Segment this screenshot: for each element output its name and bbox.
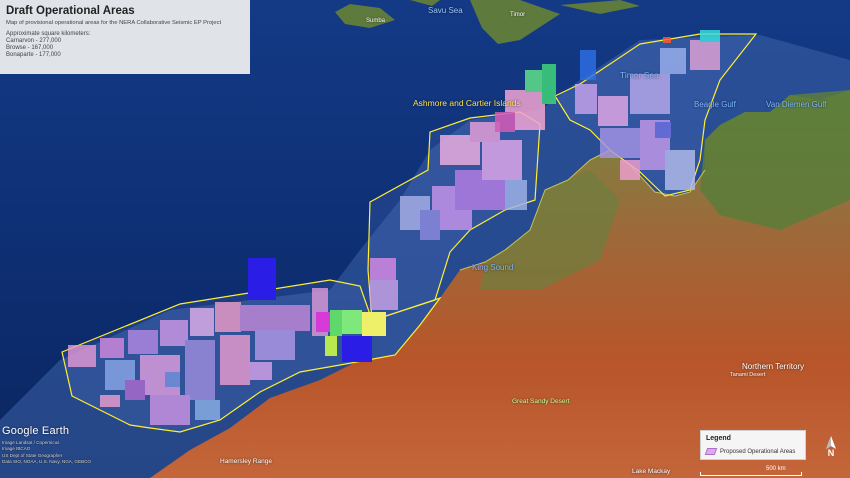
label-great-sandy-desert: Great Sandy Desert xyxy=(512,398,570,405)
label-lake-mackay: Lake Mackay xyxy=(632,468,671,475)
image-credits: Image Landsat / Copernicus Image IBCAO U… xyxy=(2,440,91,466)
scale-label: 500 km xyxy=(766,466,786,472)
info-area-bonaparte: Bonaparte - 177,000 xyxy=(6,52,61,58)
label-van-diemen-gulf: Van Diemen Gulf xyxy=(766,100,827,109)
info-title: Draft Operational Areas xyxy=(6,5,135,17)
north-arrow-glyph-icon xyxy=(826,436,836,449)
label-sumba: Sumba xyxy=(366,18,386,24)
north-arrow-icon[interactable]: N xyxy=(822,436,840,462)
area-block-green-2 xyxy=(342,310,362,334)
label-hamersley-range: Hamersley Range xyxy=(220,458,273,465)
legend-title: Legend xyxy=(706,435,731,442)
label-savu-sea: Savu Sea xyxy=(428,6,463,15)
label-beagle-gulf: Beagle Gulf xyxy=(694,100,736,109)
legend: Legend Proposed Operational Areas xyxy=(700,430,806,460)
label-northern-territory: Northern Territory xyxy=(742,362,805,371)
area-block-magenta xyxy=(316,312,330,332)
info-area-carnarvon: Carnarvon - 277,000 xyxy=(6,38,62,44)
label-tanami-desert: Tanami Desert xyxy=(730,372,766,378)
area-block-lime xyxy=(325,336,337,356)
legend-item: Proposed Operational Areas xyxy=(704,448,800,455)
credit-line: Data SIO, NOAA, U.S. Navy, NGA, GEBCO xyxy=(2,459,92,465)
label-king-sound: King Sound xyxy=(472,263,514,272)
legend-swatch-icon xyxy=(704,448,718,455)
area-block-green-1 xyxy=(330,310,342,336)
info-subtitle: Map of provisional operational areas for… xyxy=(6,20,222,26)
area-block-yellow xyxy=(362,312,386,336)
area-block-blue-2 xyxy=(342,336,372,362)
info-areas-heading: Approximate square kilometers: xyxy=(6,31,91,37)
google-earth-logo: Google Earth xyxy=(2,425,70,437)
label-ashmore-cartier: Ashmore and Cartier Islands xyxy=(413,98,521,108)
area-block-blue xyxy=(248,258,276,300)
label-timor: Timor xyxy=(510,12,526,18)
label-timor-sea: Timor Sea xyxy=(620,70,659,80)
scale-bar: 500 km xyxy=(700,466,810,476)
info-panel: Draft Operational Areas Map of provision… xyxy=(0,0,250,74)
legend-item-label: Proposed Operational Areas xyxy=(720,448,796,455)
scale-bar-line xyxy=(700,472,802,476)
info-area-browse: Browse - 167,000 xyxy=(6,45,54,51)
